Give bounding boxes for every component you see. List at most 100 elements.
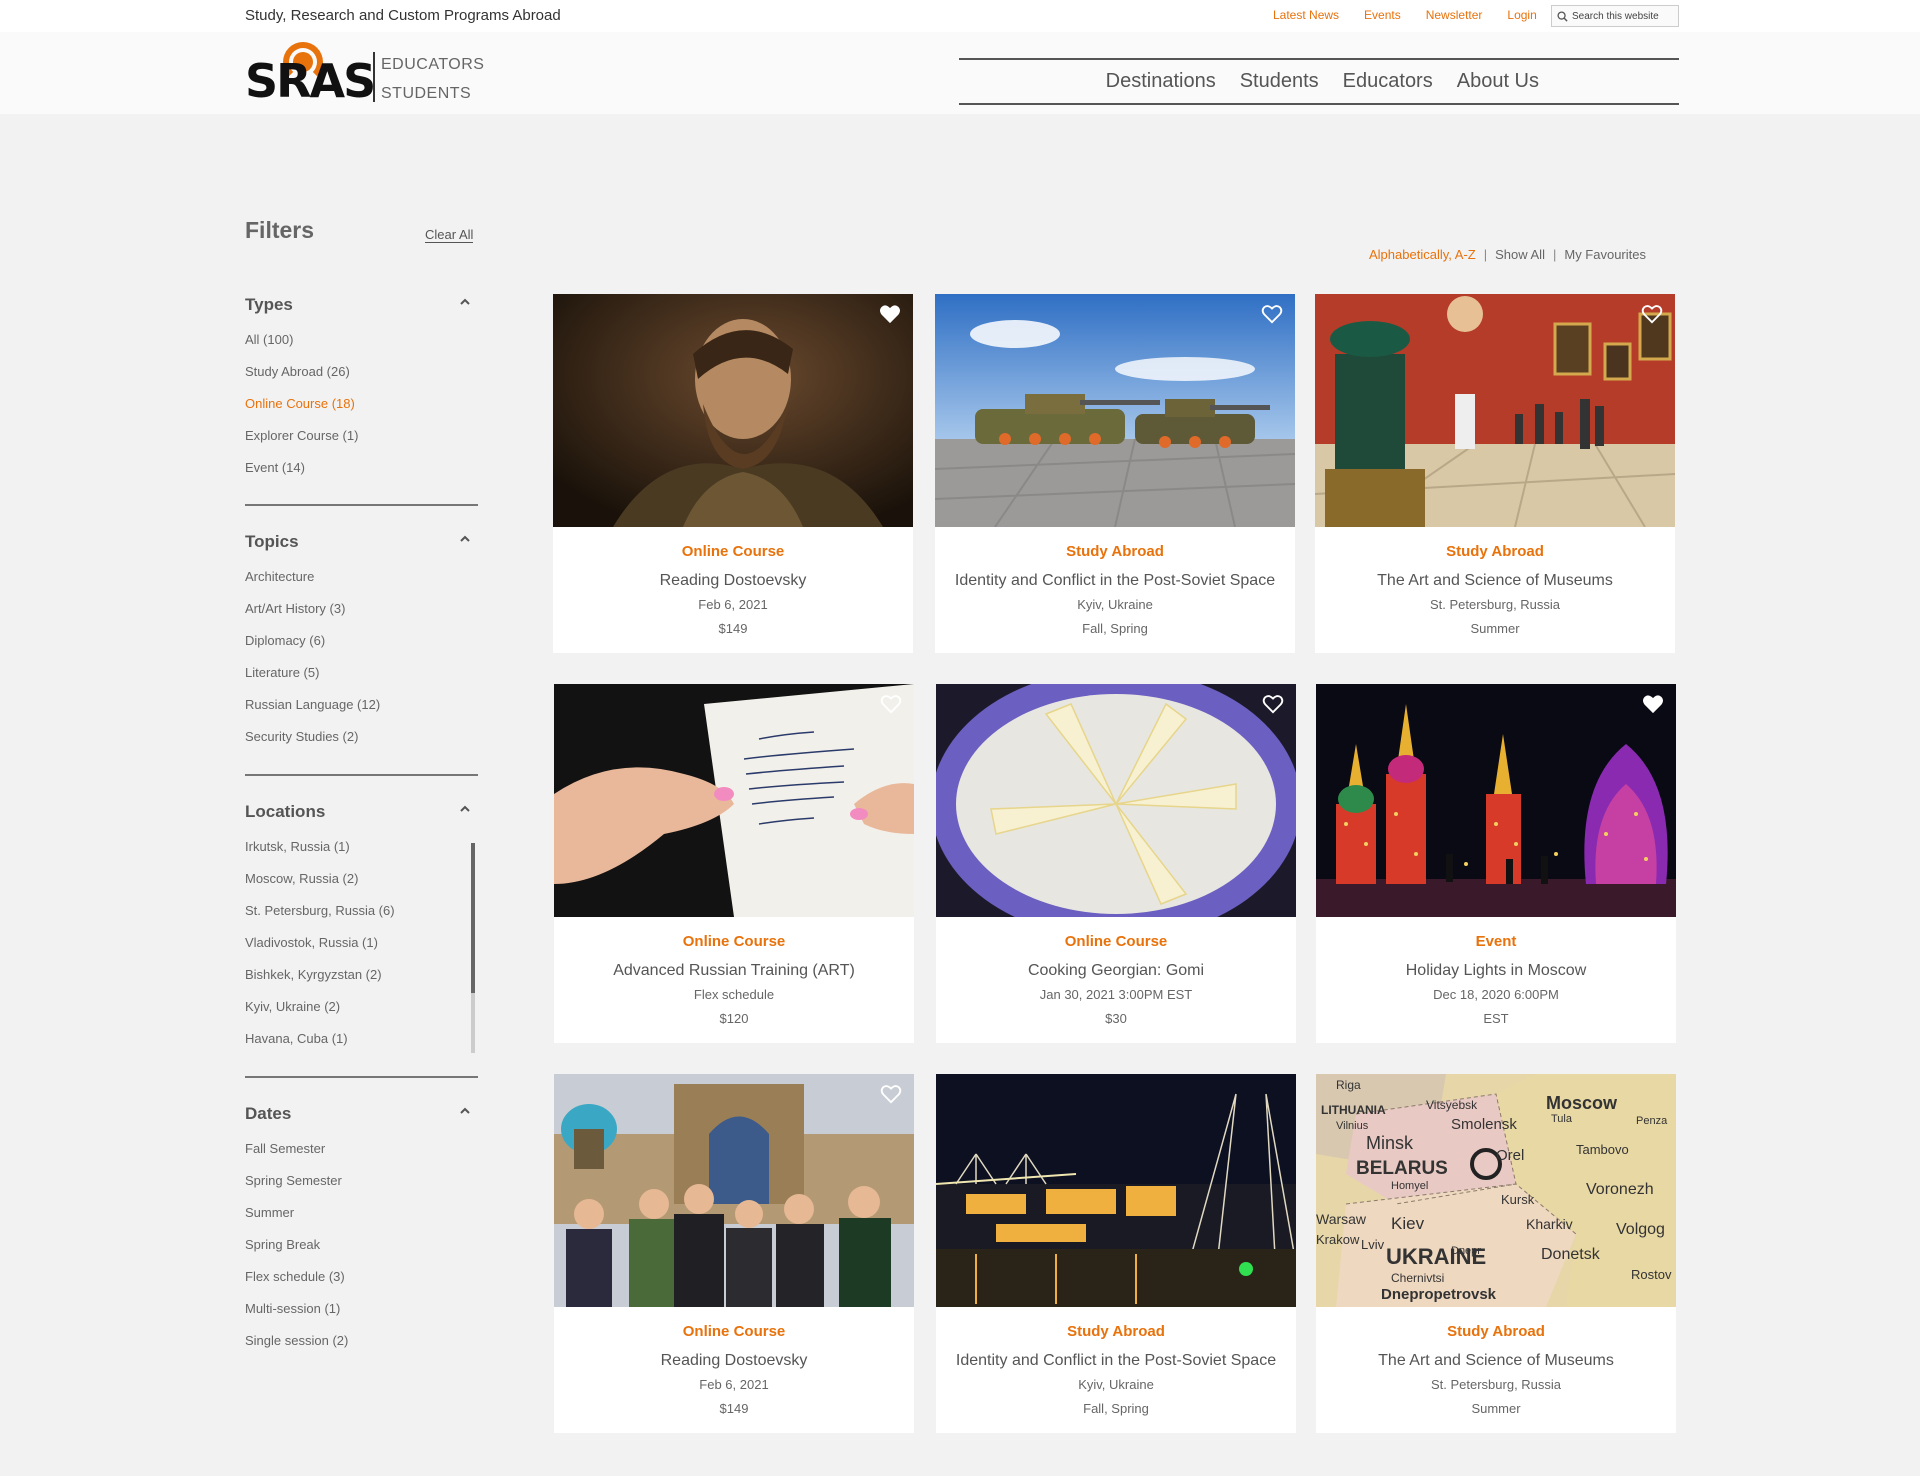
program-title[interactable]: The Art and Science of Museums <box>1315 572 1675 590</box>
filter-option[interactable]: Security Studies (2) <box>245 728 478 760</box>
program-image-handwritten-note[interactable] <box>554 684 914 917</box>
filter-option[interactable]: Event (14) <box>245 459 478 491</box>
locations-scrollbar-thumb[interactable] <box>471 843 475 993</box>
program-title[interactable]: Reading Dostoevsky <box>553 572 913 590</box>
filter-option[interactable]: Explorer Course (1) <box>245 427 478 459</box>
chevron-up-icon[interactable] <box>460 297 470 307</box>
events-link[interactable]: Events <box>1364 8 1401 22</box>
program-title[interactable]: Holiday Lights in Moscow <box>1316 962 1676 980</box>
filter-option[interactable]: Russian Language (12) <box>245 696 478 728</box>
program-title[interactable]: The Art and Science of Museums <box>1316 1352 1676 1370</box>
program-title[interactable]: Advanced Russian Training (ART) <box>554 962 914 980</box>
nav-students[interactable]: Students <box>1240 70 1319 93</box>
filter-option[interactable]: Single session (2) <box>245 1332 478 1364</box>
program-type: Event <box>1475 933 1517 950</box>
map-label: Tambovo <box>1576 1142 1629 1157</box>
program-title[interactable]: Cooking Georgian: Gomi <box>936 962 1296 980</box>
filter-option[interactable]: Kyiv, Ukraine (2) <box>245 998 478 1030</box>
filter-option[interactable]: Multi-session (1) <box>245 1300 478 1332</box>
favourite-heart-outline-icon[interactable] <box>1262 694 1284 714</box>
filter-option[interactable]: Bishkek, Kyrgyzstan (2) <box>245 966 478 998</box>
topics-filter-header[interactable]: Topics <box>245 532 478 562</box>
program-card[interactable]: Online Course Reading Dostoevsky Feb 6, … <box>554 1074 914 1433</box>
favourite-heart-outline-icon[interactable] <box>1641 304 1663 324</box>
program-card[interactable]: Study Abroad The Art and Science of Muse… <box>1315 294 1675 653</box>
locations-filter-header[interactable]: Locations <box>245 802 478 832</box>
nav-destinations[interactable]: Destinations <box>1106 70 1216 93</box>
show-all-link[interactable]: Show All <box>1495 247 1545 262</box>
program-image-gomi-dish[interactable] <box>936 684 1296 917</box>
login-link[interactable]: Login <box>1507 8 1536 22</box>
favourite-heart-outline-icon[interactable] <box>880 694 902 714</box>
my-favourites-link[interactable]: My Favourites <box>1564 247 1646 262</box>
program-card[interactable]: Study Abroad Identity and Conflict in th… <box>935 294 1295 653</box>
types-filter-header[interactable]: Types <box>245 295 478 325</box>
favourite-heart-outline-icon[interactable] <box>880 1084 902 1104</box>
sras-logo[interactable]: SRAS <box>245 40 376 110</box>
program-card[interactable]: LITHUANIA Vilnius Minsk Moscow Smolensk … <box>1316 1074 1676 1433</box>
program-title[interactable]: Identity and Conflict in the Post-Soviet… <box>935 572 1295 590</box>
program-card[interactable]: Online Course Reading Dostoevsky Feb 6, … <box>553 294 913 653</box>
map-label: Smolensk <box>1451 1116 1517 1133</box>
utility-bar: Study, Research and Custom Programs Abro… <box>0 0 1920 32</box>
map-label: Volgog <box>1616 1221 1665 1238</box>
favourite-heart-icon[interactable] <box>1642 694 1664 714</box>
clear-all-filters-link[interactable]: Clear All <box>425 227 474 243</box>
filter-option[interactable]: Architecture <box>245 568 478 600</box>
program-title[interactable]: Identity and Conflict in the Post-Soviet… <box>936 1352 1296 1370</box>
map-label: Penza <box>1636 1115 1668 1127</box>
chevron-up-icon[interactable] <box>460 534 470 544</box>
program-detail: Flex schedule <box>693 987 775 1002</box>
filter-option-active[interactable]: Online Course (18) <box>245 395 478 427</box>
sort-alphabetical-link[interactable]: Alphabetically, A-Z <box>1369 247 1476 262</box>
program-type: Online Course <box>682 933 786 950</box>
filter-option[interactable]: St. Petersburg, Russia (6) <box>245 902 478 934</box>
filter-option[interactable]: Moscow, Russia (2) <box>245 870 478 902</box>
program-image-museum-hall[interactable] <box>1315 294 1675 527</box>
filter-option[interactable]: Study Abroad (26) <box>245 363 478 395</box>
favourite-heart-outline-icon[interactable] <box>1261 304 1283 324</box>
nav-educators[interactable]: Educators <box>1343 70 1433 93</box>
favourite-heart-icon[interactable] <box>879 304 901 324</box>
filter-option[interactable]: All (100) <box>245 331 478 363</box>
program-card[interactable]: Event Holiday Lights in Moscow Dec 18, 2… <box>1316 684 1676 1043</box>
filter-option[interactable]: Literature (5) <box>245 664 478 696</box>
program-image-moscow-lights[interactable] <box>1316 684 1676 917</box>
site-search[interactable] <box>1551 5 1679 27</box>
filter-option[interactable]: Spring Break <box>245 1236 478 1268</box>
logo-students-link[interactable]: STUDENTS <box>381 85 471 103</box>
program-card[interactable]: Online Course Cooking Georgian: Gomi Jan… <box>936 684 1296 1043</box>
program-image-portrait-painting[interactable] <box>553 294 913 527</box>
filter-option[interactable]: Havana, Cuba (1) <box>245 1030 478 1062</box>
filter-option[interactable]: Diplomacy (6) <box>245 632 478 664</box>
latest-news-link[interactable]: Latest News <box>1273 8 1339 22</box>
search-icon <box>1557 10 1568 22</box>
newsletter-link[interactable]: Newsletter <box>1426 8 1483 22</box>
dates-filter-header[interactable]: Dates <box>245 1104 478 1134</box>
filter-option[interactable]: Summer <box>245 1204 478 1236</box>
search-input[interactable] <box>1572 10 1672 22</box>
filter-option[interactable]: Spring Semester <box>245 1172 478 1204</box>
program-card[interactable]: Online Course Advanced Russian Training … <box>554 684 914 1043</box>
program-title[interactable]: Reading Dostoevsky <box>554 1352 914 1370</box>
program-type: Online Course <box>682 1323 786 1340</box>
program-image-group-photo[interactable] <box>554 1074 914 1307</box>
program-image-map[interactable]: LITHUANIA Vilnius Minsk Moscow Smolensk … <box>1316 1074 1676 1307</box>
filter-option[interactable]: Irkutsk, Russia (1) <box>245 838 478 870</box>
chevron-up-icon[interactable] <box>460 804 470 814</box>
map-label: Homyel <box>1391 1180 1428 1192</box>
program-image-tanks-square[interactable] <box>935 294 1295 527</box>
nav-about-us[interactable]: About Us <box>1457 70 1539 93</box>
filter-option[interactable]: Vladivostok, Russia (1) <box>245 934 478 966</box>
program-detail: St. Petersburg, Russia <box>1430 1377 1562 1392</box>
filter-option[interactable]: Art/Art History (3) <box>245 600 478 632</box>
logo-educators-link[interactable]: EDUCATORS <box>381 56 484 74</box>
filters-heading: Filters <box>245 217 315 243</box>
program-image-night-bridge[interactable] <box>936 1074 1296 1307</box>
program-type: Online Course <box>1064 933 1168 950</box>
program-detail: Fall, Spring <box>1082 621 1148 636</box>
chevron-up-icon[interactable] <box>460 1106 470 1116</box>
filter-option[interactable]: Flex schedule (3) <box>245 1268 478 1300</box>
filter-option[interactable]: Fall Semester <box>245 1140 478 1172</box>
program-card[interactable]: Study Abroad Identity and Conflict in th… <box>936 1074 1296 1433</box>
